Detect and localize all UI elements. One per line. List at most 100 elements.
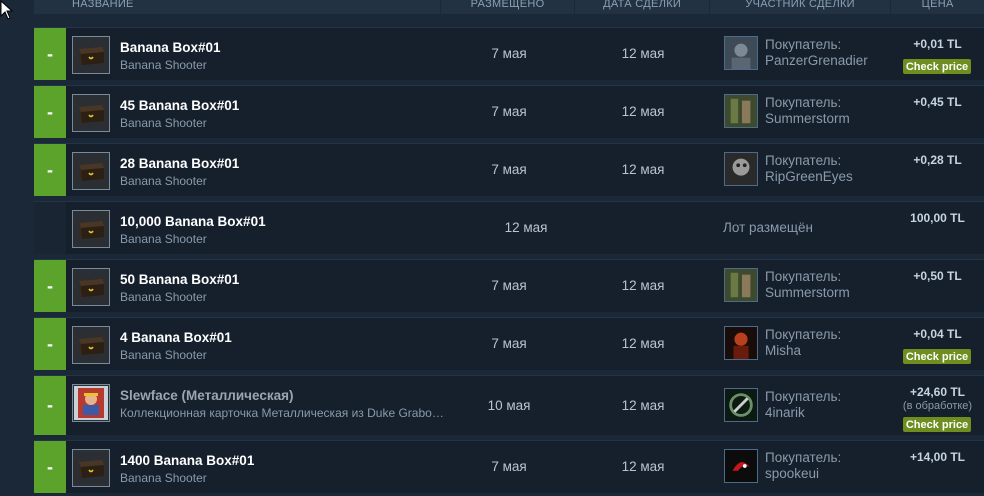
avatar-ring-icon bbox=[725, 389, 757, 421]
buyer-avatar[interactable] bbox=[724, 36, 758, 70]
price: +0,28 TL bbox=[913, 153, 962, 167]
item-game: Banana Shooter bbox=[120, 116, 207, 130]
avatar-dark-red-icon bbox=[725, 450, 757, 482]
item-name[interactable]: 1400 Banana Box#01 bbox=[120, 453, 254, 468]
mouse-cursor-icon bbox=[0, 0, 14, 20]
column-header-party[interactable]: Участник сделки bbox=[710, 0, 892, 14]
history-row[interactable]: 10,000 Banana Box#01 Banana Shooter 12 мая… bbox=[34, 201, 984, 254]
item-name[interactable]: 10,000 Banana Box#01 bbox=[120, 214, 266, 229]
listed-date: 7 мая bbox=[491, 162, 527, 177]
deal-date: 12 мая bbox=[621, 162, 665, 177]
buyer-label: Покупатель: bbox=[765, 269, 842, 284]
history-row[interactable]: - 50 Banana Box#01 Banana Shooter 7 мая 12 м… bbox=[34, 259, 984, 312]
deal-date: 12 мая bbox=[621, 46, 665, 61]
buyer-name[interactable]: 4inarik bbox=[765, 405, 805, 421]
check-price-button[interactable]: Check price bbox=[903, 417, 971, 432]
listed-date: 7 мая bbox=[491, 336, 527, 351]
banana-box-icon bbox=[74, 451, 108, 485]
processing-note: (в обработке) bbox=[902, 400, 973, 412]
item-thumbnail[interactable] bbox=[72, 268, 110, 306]
item-name[interactable]: 45 Banana Box#01 bbox=[120, 98, 239, 113]
buyer-label: Покупатель: bbox=[765, 37, 842, 52]
deal-date: 12 мая bbox=[621, 278, 665, 293]
item-thumbnail[interactable] bbox=[72, 326, 110, 364]
banana-box-icon bbox=[74, 38, 108, 72]
buyer-avatar[interactable] bbox=[724, 268, 758, 302]
column-header-listed[interactable]: Размещено bbox=[441, 0, 576, 14]
trading-card-icon bbox=[74, 386, 108, 420]
item-game: Banana Shooter bbox=[120, 58, 207, 72]
item-game: Banana Shooter bbox=[120, 471, 207, 485]
banana-box-icon bbox=[74, 328, 108, 362]
history-row[interactable]: - 4 Banana Box#01 Banana Shooter 7 мая 12 ма… bbox=[34, 317, 984, 370]
status-text: Лот размещён bbox=[723, 220, 813, 235]
buyer-name[interactable]: Summerstorm bbox=[765, 111, 850, 127]
column-header-deal-date[interactable]: Дата сделки bbox=[575, 0, 710, 14]
price: +0,45 TL bbox=[913, 95, 962, 109]
history-row[interactable]: - Slewface (Металлическая) Коллекционная к… bbox=[34, 375, 984, 435]
deal-date: 12 мая bbox=[621, 459, 665, 474]
buyer-avatar[interactable] bbox=[724, 449, 758, 483]
avatar-red-icon bbox=[725, 327, 757, 359]
listed-date: 7 мая bbox=[491, 46, 527, 61]
buyer-name[interactable]: Misha bbox=[765, 343, 801, 359]
price: +0,04 TL bbox=[913, 327, 962, 341]
item-thumbnail[interactable] bbox=[72, 152, 110, 190]
status-bar: - bbox=[34, 260, 66, 312]
status-bar: - bbox=[34, 144, 66, 196]
avatar-forest-icon bbox=[725, 269, 757, 301]
buyer-label: Покупатель: bbox=[765, 389, 842, 404]
item-name[interactable]: Banana Box#01 bbox=[120, 40, 221, 55]
buyer-label: Покупатель: bbox=[765, 450, 842, 465]
item-thumbnail[interactable] bbox=[72, 449, 110, 487]
item-game: Banana Shooter bbox=[120, 348, 207, 362]
item-name[interactable]: Slewface (Металлическая) bbox=[120, 388, 294, 403]
history-row[interactable]: - 28 Banana Box#01 Banana Shooter 7 мая 12 м… bbox=[34, 143, 984, 196]
avatar-gray-icon bbox=[725, 37, 757, 69]
history-row[interactable]: - 1400 Banana Box#01 Banana Shooter 7 мая 12… bbox=[34, 440, 984, 493]
item-thumbnail[interactable] bbox=[72, 94, 110, 132]
buyer-avatar[interactable] bbox=[724, 326, 758, 360]
avatar-forest-icon bbox=[725, 95, 757, 127]
buyer-label: Покупатель: bbox=[765, 95, 842, 110]
status-bar: - bbox=[34, 376, 66, 435]
table-header: Название Размещено Дата сделки Участник … bbox=[34, 0, 984, 14]
item-thumbnail[interactable] bbox=[72, 36, 110, 74]
buyer-avatar[interactable] bbox=[724, 388, 758, 422]
item-game: Коллекционная карточка Металлическая из … bbox=[120, 406, 445, 420]
buyer-avatar[interactable] bbox=[724, 94, 758, 128]
price: +0,50 TL bbox=[913, 269, 962, 283]
item-thumbnail[interactable] bbox=[72, 210, 110, 248]
item-thumbnail[interactable] bbox=[72, 384, 110, 422]
listed-date: 10 мая bbox=[487, 398, 531, 413]
item-game: Banana Shooter bbox=[120, 290, 207, 304]
buyer-label: Покупатель: bbox=[765, 327, 842, 342]
listed-date: 7 мая bbox=[491, 104, 527, 119]
item-name[interactable]: 50 Banana Box#01 bbox=[120, 272, 239, 287]
status-bar: - bbox=[34, 318, 66, 370]
column-header-name[interactable]: Название bbox=[34, 0, 441, 14]
status-bar: - bbox=[34, 441, 66, 493]
check-price-button[interactable]: Check price bbox=[903, 59, 971, 74]
price: +24,60 TL bbox=[909, 385, 966, 399]
history-row[interactable]: - 45 Banana Box#01 Banana Shooter 7 мая 12 м… bbox=[34, 85, 984, 138]
buyer-avatar[interactable] bbox=[724, 152, 758, 186]
buyer-name[interactable]: spookeui bbox=[765, 466, 819, 482]
deal-date: 12 мая bbox=[621, 398, 665, 413]
listed-date: 7 мая bbox=[491, 459, 527, 474]
buyer-name[interactable]: PanzerGrenadier bbox=[765, 53, 868, 69]
buyer-label: Покупатель: bbox=[765, 153, 842, 168]
buyer-name[interactable]: RipGreenEyes bbox=[765, 169, 853, 185]
item-name[interactable]: 4 Banana Box#01 bbox=[120, 330, 232, 345]
deal-date: 12 мая bbox=[621, 104, 665, 119]
item-name[interactable]: 28 Banana Box#01 bbox=[120, 156, 239, 171]
check-price-button[interactable]: Check price bbox=[903, 349, 971, 364]
column-header-price[interactable]: Цена bbox=[891, 0, 984, 14]
item-game: Banana Shooter bbox=[120, 232, 207, 246]
buyer-name[interactable]: Summerstorm bbox=[765, 285, 850, 301]
status-bar bbox=[34, 202, 66, 254]
history-row[interactable]: - Banana Box#01 Banana Shooter 7 мая 12 мая П… bbox=[34, 27, 984, 80]
banana-box-icon bbox=[74, 154, 108, 188]
banana-box-icon bbox=[74, 212, 108, 246]
item-game: Banana Shooter bbox=[120, 174, 207, 188]
